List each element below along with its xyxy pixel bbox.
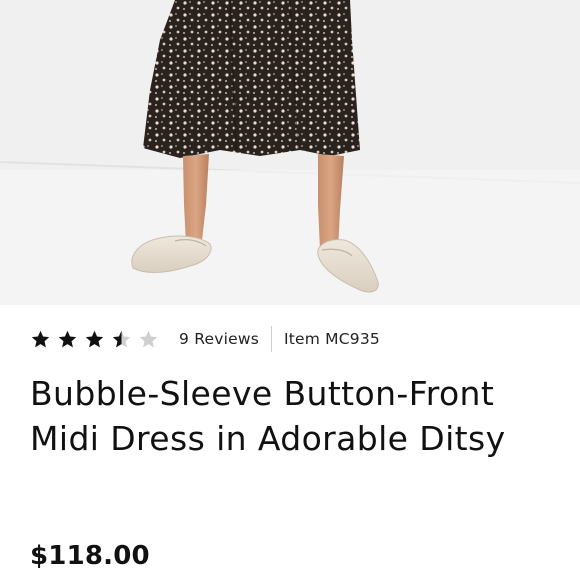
star-half-icon	[112, 330, 131, 347]
product-price: $118.00	[30, 541, 150, 571]
divider	[270, 326, 272, 352]
product-image[interactable]	[0, 0, 580, 305]
star-full-icon	[58, 330, 77, 347]
product-photo	[0, 0, 580, 305]
reviews-link[interactable]: 9 Reviews	[179, 330, 259, 348]
star-empty-icon	[139, 330, 158, 347]
product-title: Bubble-Sleeve Button-Front Midi Dress in…	[30, 374, 506, 458]
item-number: Item MC935	[283, 330, 380, 348]
rating-row: 9 Reviews Item MC935	[30, 322, 380, 356]
star-rating[interactable]	[30, 329, 159, 350]
star-full-icon	[85, 330, 104, 347]
star-full-icon	[31, 330, 50, 347]
